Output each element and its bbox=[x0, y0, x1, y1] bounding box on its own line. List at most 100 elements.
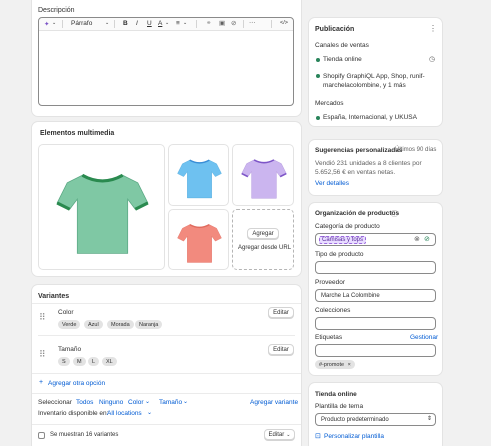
option-name: Tamaño bbox=[58, 346, 82, 353]
category-label: Categoría de producto bbox=[315, 223, 380, 230]
editor-toolbar: ✦ ⌄ Párrafo ⌄ B I U A ⌄ ≡ ⌄ ⚭ ▣ ⊘ ··· </… bbox=[39, 18, 293, 31]
channel-item: Tienda online bbox=[323, 56, 362, 63]
collections-label: Colecciones bbox=[315, 307, 351, 314]
select-all-checkbox[interactable] bbox=[38, 432, 45, 439]
category-field[interactable]: Camisas y tops ⊗ ⊘ bbox=[315, 233, 436, 246]
underline-button[interactable]: U bbox=[147, 20, 152, 27]
insights-title: Sugerencias personalizadas bbox=[315, 147, 403, 154]
media-item-purple[interactable] bbox=[232, 144, 294, 206]
edit-option-button[interactable]: Editar bbox=[268, 344, 294, 355]
italic-button[interactable]: I bbox=[136, 20, 138, 27]
media-item-blue[interactable] bbox=[168, 144, 229, 206]
link-icon[interactable]: ⚭ bbox=[206, 19, 211, 27]
divider bbox=[38, 335, 295, 336]
tshirt-image bbox=[177, 159, 222, 199]
type-field[interactable] bbox=[315, 261, 436, 274]
option-value-chip: M bbox=[73, 357, 86, 366]
add-variant-link[interactable]: Agregar variante bbox=[250, 399, 298, 406]
option-value-chip: L bbox=[88, 357, 100, 366]
collections-field[interactable] bbox=[315, 317, 436, 330]
divider bbox=[32, 303, 301, 304]
type-label: Tipo de producto bbox=[315, 251, 364, 258]
inventory-location-dropdown[interactable]: All locations bbox=[107, 410, 142, 417]
manage-tags-link[interactable]: Gestionar bbox=[410, 334, 438, 341]
add-option-link[interactable]: Agregar otra opción bbox=[48, 380, 105, 387]
description-label: Descripción bbox=[38, 7, 75, 14]
paragraph-format-select[interactable]: Párrafo bbox=[71, 20, 92, 27]
more-options-button[interactable]: ··· bbox=[249, 19, 256, 26]
description-card: Descripción ✦ ⌄ Párrafo ⌄ B I U A ⌄ ≡ ⌄ … bbox=[32, 0, 301, 116]
clear-icon[interactable]: ⊗ bbox=[414, 235, 420, 243]
chevron-down-icon[interactable]: ⌄ bbox=[145, 398, 150, 405]
option-value-chip: Azul bbox=[84, 320, 103, 329]
schedule-icon[interactable]: ◷ bbox=[429, 55, 435, 63]
variants-card: Variantes ⠿ Color Editar Verde Azul Mora… bbox=[32, 285, 301, 446]
align-button[interactable]: ≡ bbox=[176, 20, 180, 27]
insights-period: Últimos 90 días bbox=[395, 147, 437, 153]
view-details-link[interactable]: Ver detalles bbox=[315, 180, 349, 187]
add-media-button[interactable]: Agregar bbox=[247, 228, 279, 239]
channel-item: Shopify GraphiQL App, Shop, runif-marche… bbox=[323, 73, 425, 89]
template-select[interactable]: Producto predeterminado ⇕ bbox=[315, 413, 436, 426]
tags-label: Etiquetas bbox=[315, 334, 343, 341]
select-arrows-icon: ⇕ bbox=[427, 416, 433, 422]
media-dropzone[interactable]: Agregar Agregar desde URL bbox=[232, 209, 294, 270]
plus-icon[interactable]: + bbox=[39, 379, 43, 386]
size-filter-dropdown[interactable]: Tamaño bbox=[159, 399, 182, 406]
status-dot-icon bbox=[316, 74, 320, 78]
vendor-label: Proveedor bbox=[315, 279, 345, 286]
organization-title: Organización de productos bbox=[315, 210, 400, 217]
code-view-button[interactable]: </> bbox=[280, 20, 288, 26]
media-item-red[interactable] bbox=[168, 209, 229, 270]
color-filter-dropdown[interactable]: Color bbox=[128, 399, 144, 406]
image-icon[interactable]: ▣ bbox=[219, 19, 225, 27]
select-all-link[interactable]: Todos bbox=[76, 399, 93, 406]
chevron-down-icon[interactable]: ⌄ bbox=[183, 398, 188, 405]
option-value-chip: S bbox=[58, 357, 70, 366]
option-value-chip: Naranja bbox=[135, 320, 163, 329]
tshirt-image bbox=[241, 159, 287, 199]
chevron-down-icon[interactable]: ⌄ bbox=[183, 20, 187, 26]
magic-icon[interactable]: ✦ bbox=[44, 20, 49, 28]
text-color-button[interactable]: A bbox=[158, 20, 162, 27]
select-none-link[interactable]: Ninguno bbox=[99, 399, 123, 406]
chevron-down-icon[interactable]: ⌄ bbox=[165, 20, 169, 26]
chevron-down-icon[interactable]: ⌄ bbox=[52, 20, 56, 26]
bulk-edit-label: Editar bbox=[268, 431, 285, 438]
category-chip[interactable]: Camisas y tops bbox=[319, 236, 367, 244]
inventory-label: Inventario disponible en: bbox=[38, 410, 109, 417]
check-icon[interactable]: ⊘ bbox=[424, 235, 430, 243]
option-value-chip: Verde bbox=[58, 320, 81, 329]
channels-label: Canales de ventas bbox=[315, 42, 369, 49]
drag-handle-icon[interactable]: ⠿ bbox=[39, 349, 46, 360]
option-name: Color bbox=[58, 309, 74, 316]
online-store-title: Tienda online bbox=[315, 391, 357, 398]
rich-text-editor[interactable]: ✦ ⌄ Párrafo ⌄ B I U A ⌄ ≡ ⌄ ⚭ ▣ ⊘ ··· </… bbox=[38, 17, 294, 106]
tag-chip: #-promote × bbox=[315, 360, 355, 369]
media-item-main[interactable] bbox=[38, 144, 165, 270]
media-card: Elementos multimedia Agregar Agregar des… bbox=[32, 122, 301, 276]
customize-icon[interactable]: ⊡ bbox=[315, 432, 321, 440]
remove-tag-icon[interactable]: × bbox=[348, 362, 351, 368]
block-icon[interactable]: ⊘ bbox=[231, 19, 236, 27]
bulk-edit-button[interactable]: Editar ⌄ bbox=[264, 429, 295, 440]
publication-card: Publicación ⋮ Canales de ventas Tienda o… bbox=[309, 18, 442, 126]
bold-button[interactable]: B bbox=[123, 20, 128, 27]
chevron-down-icon: ⌄ bbox=[286, 431, 291, 438]
chevron-down-icon[interactable]: ⌄ bbox=[105, 20, 109, 26]
edit-option-button[interactable]: Editar bbox=[268, 307, 294, 318]
select-label: Seleccionar bbox=[38, 399, 72, 406]
divider bbox=[32, 393, 301, 394]
market-item: España, Internacional, y UKUSA bbox=[323, 114, 417, 121]
tag-chip-label: #-promote bbox=[319, 361, 345, 368]
tags-field[interactable] bbox=[315, 344, 436, 357]
drag-handle-icon[interactable]: ⠿ bbox=[39, 312, 46, 323]
toolbar-divider bbox=[62, 20, 63, 28]
toolbar-divider bbox=[271, 20, 272, 28]
chevron-down-icon[interactable]: ⌄ bbox=[147, 409, 152, 416]
info-icon[interactable]: ⓘ bbox=[391, 209, 398, 219]
customize-template-link[interactable]: Personalizar plantilla bbox=[324, 433, 384, 440]
more-actions-icon[interactable]: ⋮ bbox=[429, 24, 437, 33]
add-from-url-link[interactable]: Agregar desde URL bbox=[238, 245, 291, 251]
vendor-field[interactable]: Marche La Colombine bbox=[315, 289, 436, 302]
